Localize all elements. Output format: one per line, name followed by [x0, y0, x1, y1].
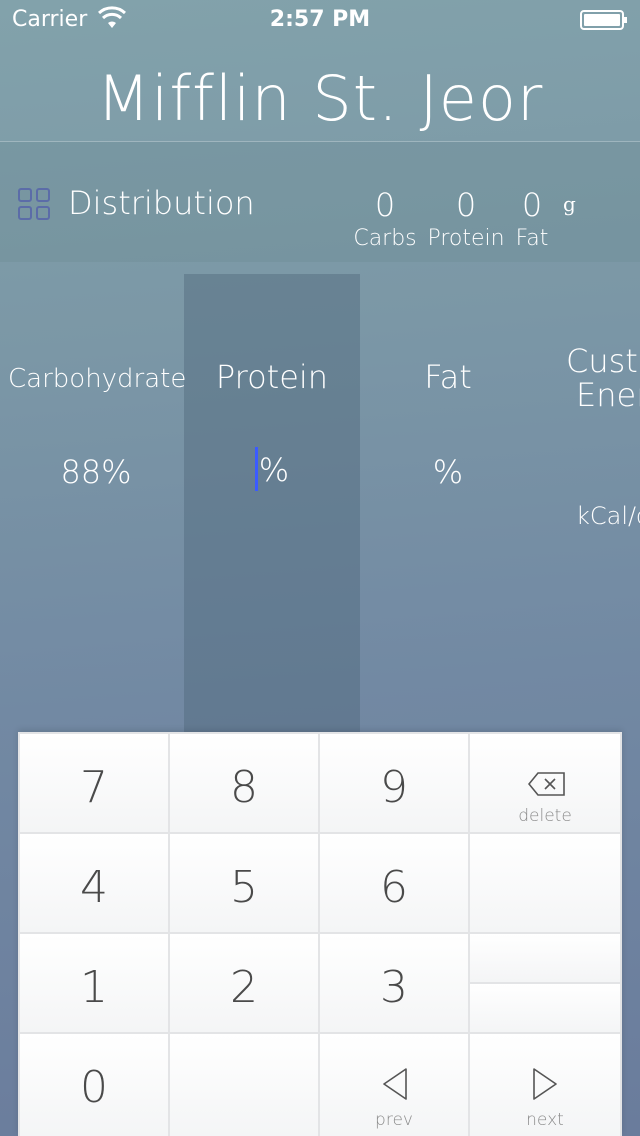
key-1-label: 1	[80, 962, 108, 1013]
fat-grams: 0	[521, 186, 543, 224]
key-0[interactable]: 0	[20, 1034, 168, 1136]
distribution-bar[interactable]: Distribution 0 Carbs 0 Protein 0 Fat g	[0, 142, 640, 262]
blank-key-4[interactable]	[170, 1034, 318, 1136]
carbs-label: Carbs	[353, 226, 417, 251]
key-9[interactable]: 9	[320, 734, 468, 832]
backspace-icon	[528, 772, 565, 796]
prev-label: prev	[375, 1110, 413, 1130]
delete-label: delete	[518, 806, 572, 826]
next-arrow-icon	[533, 1068, 557, 1100]
numeric-keypad: 7 8 9 delete 4 5 6 1 2 3 0 prev next	[18, 732, 622, 1136]
protein-label: Protein	[427, 226, 505, 251]
protein-summary: 0 Protein	[426, 186, 506, 251]
key-3[interactable]: 3	[320, 934, 468, 1032]
fat-label: Fat	[515, 226, 549, 251]
key-0-label: 0	[80, 1062, 108, 1113]
battery-icon	[580, 10, 627, 30]
protein-title[interactable]: Protein	[184, 358, 360, 396]
page-title: Mifflin St. Jeor	[96, 62, 544, 135]
next-label: next	[526, 1110, 564, 1130]
fat-title[interactable]: Fat	[360, 358, 536, 396]
carbohydrate-title[interactable]: Carbohydrate	[8, 364, 186, 394]
clock: 2:57 PM	[269, 7, 371, 32]
key-7[interactable]: 7	[20, 734, 168, 832]
key-7-label: 7	[80, 762, 108, 813]
custom-energy-title[interactable]: Custo Ener	[566, 344, 640, 412]
key-8[interactable]: 8	[170, 734, 318, 832]
blank-key-1[interactable]	[470, 834, 620, 932]
carbohydrate-value[interactable]: 88%	[8, 453, 184, 491]
custom-energy-title-line1: Custo	[566, 342, 640, 380]
custom-energy-unit[interactable]: kCal/c	[576, 502, 640, 530]
blank-key-3[interactable]	[470, 984, 620, 1032]
prev-arrow-icon	[383, 1068, 407, 1100]
key-4[interactable]: 4	[20, 834, 168, 932]
status-bar: Carrier 2:57 PM	[0, 0, 640, 40]
key-2-label: 2	[230, 962, 258, 1013]
delete-key[interactable]: delete	[470, 734, 620, 832]
key-6[interactable]: 6	[320, 834, 468, 932]
key-4-label: 4	[80, 862, 108, 913]
protein-value: %	[258, 451, 290, 489]
key-6-label: 6	[380, 862, 408, 913]
carbs-summary: 0 Carbs	[350, 186, 420, 251]
protein-input[interactable]: %	[184, 447, 360, 491]
fat-value[interactable]: %	[360, 453, 536, 491]
grams-unit: g	[563, 192, 576, 216]
blank-key-2[interactable]	[470, 934, 620, 982]
key-2[interactable]: 2	[170, 934, 318, 1032]
key-1[interactable]: 1	[20, 934, 168, 1032]
text-cursor	[254, 447, 258, 491]
fat-summary: 0 Fat	[510, 186, 554, 251]
key-3-label: 3	[380, 962, 408, 1013]
next-key[interactable]: next	[470, 1034, 620, 1136]
key-5[interactable]: 5	[170, 834, 318, 932]
key-8-label: 8	[230, 762, 258, 813]
carbs-grams: 0	[374, 186, 396, 224]
distribution-label[interactable]: Distribution	[68, 184, 255, 222]
custom-energy-title-line2: Ener	[576, 376, 640, 414]
grid-icon[interactable]	[18, 188, 50, 220]
prev-key[interactable]: prev	[320, 1034, 468, 1136]
key-9-label: 9	[380, 762, 408, 813]
selected-column-highlight	[184, 274, 360, 744]
key-5-label: 5	[230, 862, 258, 913]
protein-grams: 0	[455, 186, 477, 224]
